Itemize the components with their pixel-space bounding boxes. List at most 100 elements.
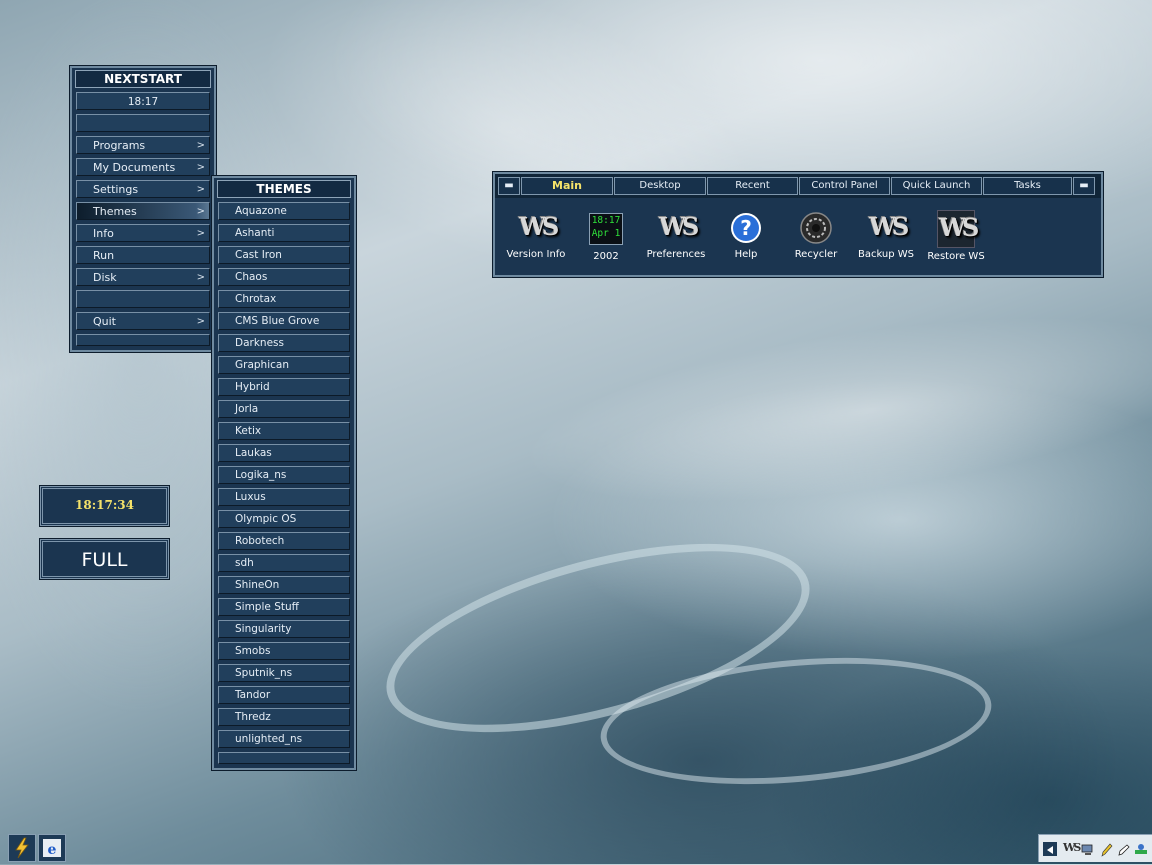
theme-item[interactable]: Hybrid [218, 378, 350, 396]
theme-item[interactable]: Simple Stuff [218, 598, 350, 616]
theme-item[interactable]: Cast Iron [218, 246, 350, 264]
theme-item[interactable]: sdh [218, 554, 350, 572]
start-menu-title[interactable]: NEXTSTART [75, 70, 211, 88]
theme-item[interactable]: Thredz [218, 708, 350, 726]
theme-item[interactable]: Tandor [218, 686, 350, 704]
theme-item[interactable]: Laukas [218, 444, 350, 462]
tab-tasks[interactable]: Tasks [983, 177, 1072, 195]
tab-quick-launch[interactable]: Quick Launch [891, 177, 982, 195]
lightning-icon[interactable] [8, 834, 36, 862]
clock-widget[interactable]: 18:17:34 [40, 486, 169, 526]
scroll-left-icon: ▬ [504, 180, 514, 191]
menu-item-programs[interactable]: Programs > [76, 136, 210, 154]
theme-item[interactable]: unlighted_ns [218, 730, 350, 748]
theme-item-label: Singularity [235, 623, 292, 635]
start-menu-footer [76, 334, 210, 346]
tab-label: Recent [735, 180, 770, 191]
menu-item-disk[interactable]: Disk > [76, 268, 210, 286]
calendar-time: 18:17 [591, 215, 621, 226]
theme-item[interactable]: ShineOn [218, 576, 350, 594]
tab-main[interactable]: Main [521, 177, 613, 195]
theme-item[interactable]: Luxus [218, 488, 350, 506]
theme-item-label: Luxus [235, 491, 266, 503]
launch-item-label: Recycler [794, 249, 838, 260]
recycler-icon [798, 210, 834, 246]
menu-item-info[interactable]: Info > [76, 224, 210, 242]
launch-item-backup-ws[interactable]: WS Backup WS [853, 210, 919, 260]
theme-item[interactable]: Jorla [218, 400, 350, 418]
theme-item-label: Ketix [235, 425, 262, 437]
ws-logo-icon[interactable]: WS [1063, 841, 1081, 855]
wallpaper-swoosh [595, 643, 997, 799]
menu-item-quit[interactable]: Quit > [76, 312, 210, 330]
start-menu: NEXTSTART 18:17 Programs > My Documents > … [70, 66, 216, 352]
launch-item-calendar[interactable]: 18:17 Apr 1 2002 [573, 210, 639, 262]
submenu-arrow-icon: > [196, 184, 205, 195]
launch-item-label: Help [734, 249, 758, 260]
tab-desktop[interactable]: Desktop [614, 177, 706, 195]
themes-menu-title[interactable]: THEMES [217, 180, 351, 198]
scroll-left-button[interactable]: ▬ [498, 177, 520, 195]
theme-item[interactable]: Sputnik_ns [218, 664, 350, 682]
theme-item-label: Sputnik_ns [235, 667, 293, 679]
launch-item-label: 2002 [593, 251, 619, 262]
theme-item[interactable]: Smobs [218, 642, 350, 660]
themes-menu-footer [218, 752, 350, 764]
theme-item[interactable]: Ketix [218, 422, 350, 440]
calendar-date: Apr 1 [591, 228, 621, 239]
menu-item-settings[interactable]: Settings > [76, 180, 210, 198]
theme-item[interactable]: Chrotax [218, 290, 350, 308]
themes-menu-title-text: THEMES [256, 182, 312, 196]
wallpaper-swoosh [367, 506, 829, 770]
launch-item-label: Preferences [646, 249, 706, 260]
tab-recent[interactable]: Recent [707, 177, 798, 195]
theme-item[interactable]: Olympic OS [218, 510, 350, 528]
theme-item[interactable]: Logika_ns [218, 466, 350, 484]
theme-item[interactable]: Robotech [218, 532, 350, 550]
submenu-arrow-icon: > [196, 316, 205, 327]
menu-item-label: Settings [93, 183, 139, 196]
tab-control-panel[interactable]: Control Panel [799, 177, 890, 195]
pencil-icon[interactable] [1099, 842, 1113, 857]
theme-item-label: Cast Iron [235, 249, 282, 261]
menu-item-label: Info [93, 227, 114, 240]
scroll-right-button[interactable]: ▬ [1073, 177, 1095, 195]
theme-item[interactable]: Chaos [218, 268, 350, 286]
menu-item-label: My Documents [93, 161, 176, 174]
menu-item-label: Run [93, 249, 115, 262]
arrow-left-icon[interactable] [1043, 842, 1057, 856]
theme-item-label: Thredz [235, 711, 271, 723]
full-button-label: FULL [81, 549, 128, 571]
theme-item-label: Olympic OS [235, 513, 297, 525]
launch-item-help[interactable]: ? Help [713, 210, 779, 260]
start-menu-title-text: NEXTSTART [104, 72, 182, 86]
theme-item[interactable]: Darkness [218, 334, 350, 352]
help-icon: ? [728, 210, 764, 246]
tab-label: Desktop [639, 180, 681, 191]
menu-item-my-documents[interactable]: My Documents > [76, 158, 210, 176]
theme-item[interactable]: Aquazone [218, 202, 350, 220]
themes-menu: THEMES Aquazone Ashanti Cast Iron Chaos Chro… [212, 176, 356, 770]
theme-item-label: Tandor [235, 689, 271, 701]
monitor-icon[interactable] [1081, 842, 1095, 856]
web-browser-icon[interactable]: e [38, 834, 66, 862]
theme-item[interactable]: Graphican [218, 356, 350, 374]
theme-item[interactable]: Ashanti [218, 224, 350, 242]
launch-item-restore-ws[interactable]: WS Restore WS [923, 210, 989, 262]
theme-item[interactable]: Singularity [218, 620, 350, 638]
menu-item-run[interactable]: Run [76, 246, 210, 264]
launch-item-version-info[interactable]: WS Version Info [503, 210, 569, 260]
network-icon[interactable] [1134, 841, 1148, 855]
wallpaper-swoosh [512, 282, 1152, 538]
submenu-arrow-icon: > [196, 272, 205, 283]
theme-item[interactable]: CMS Blue Grove [218, 312, 350, 330]
theme-item-label: Laukas [235, 447, 272, 459]
launch-item-recycler[interactable]: Recycler [783, 210, 849, 260]
full-button[interactable]: FULL [40, 539, 169, 579]
menu-item-themes[interactable]: Themes > [76, 202, 210, 220]
launch-item-label: Backup WS [857, 249, 915, 260]
launch-item-preferences[interactable]: WS Preferences [643, 210, 709, 260]
theme-item-label: Ashanti [235, 227, 275, 239]
theme-item-label: Chaos [235, 271, 268, 283]
pen-icon[interactable] [1117, 842, 1131, 856]
